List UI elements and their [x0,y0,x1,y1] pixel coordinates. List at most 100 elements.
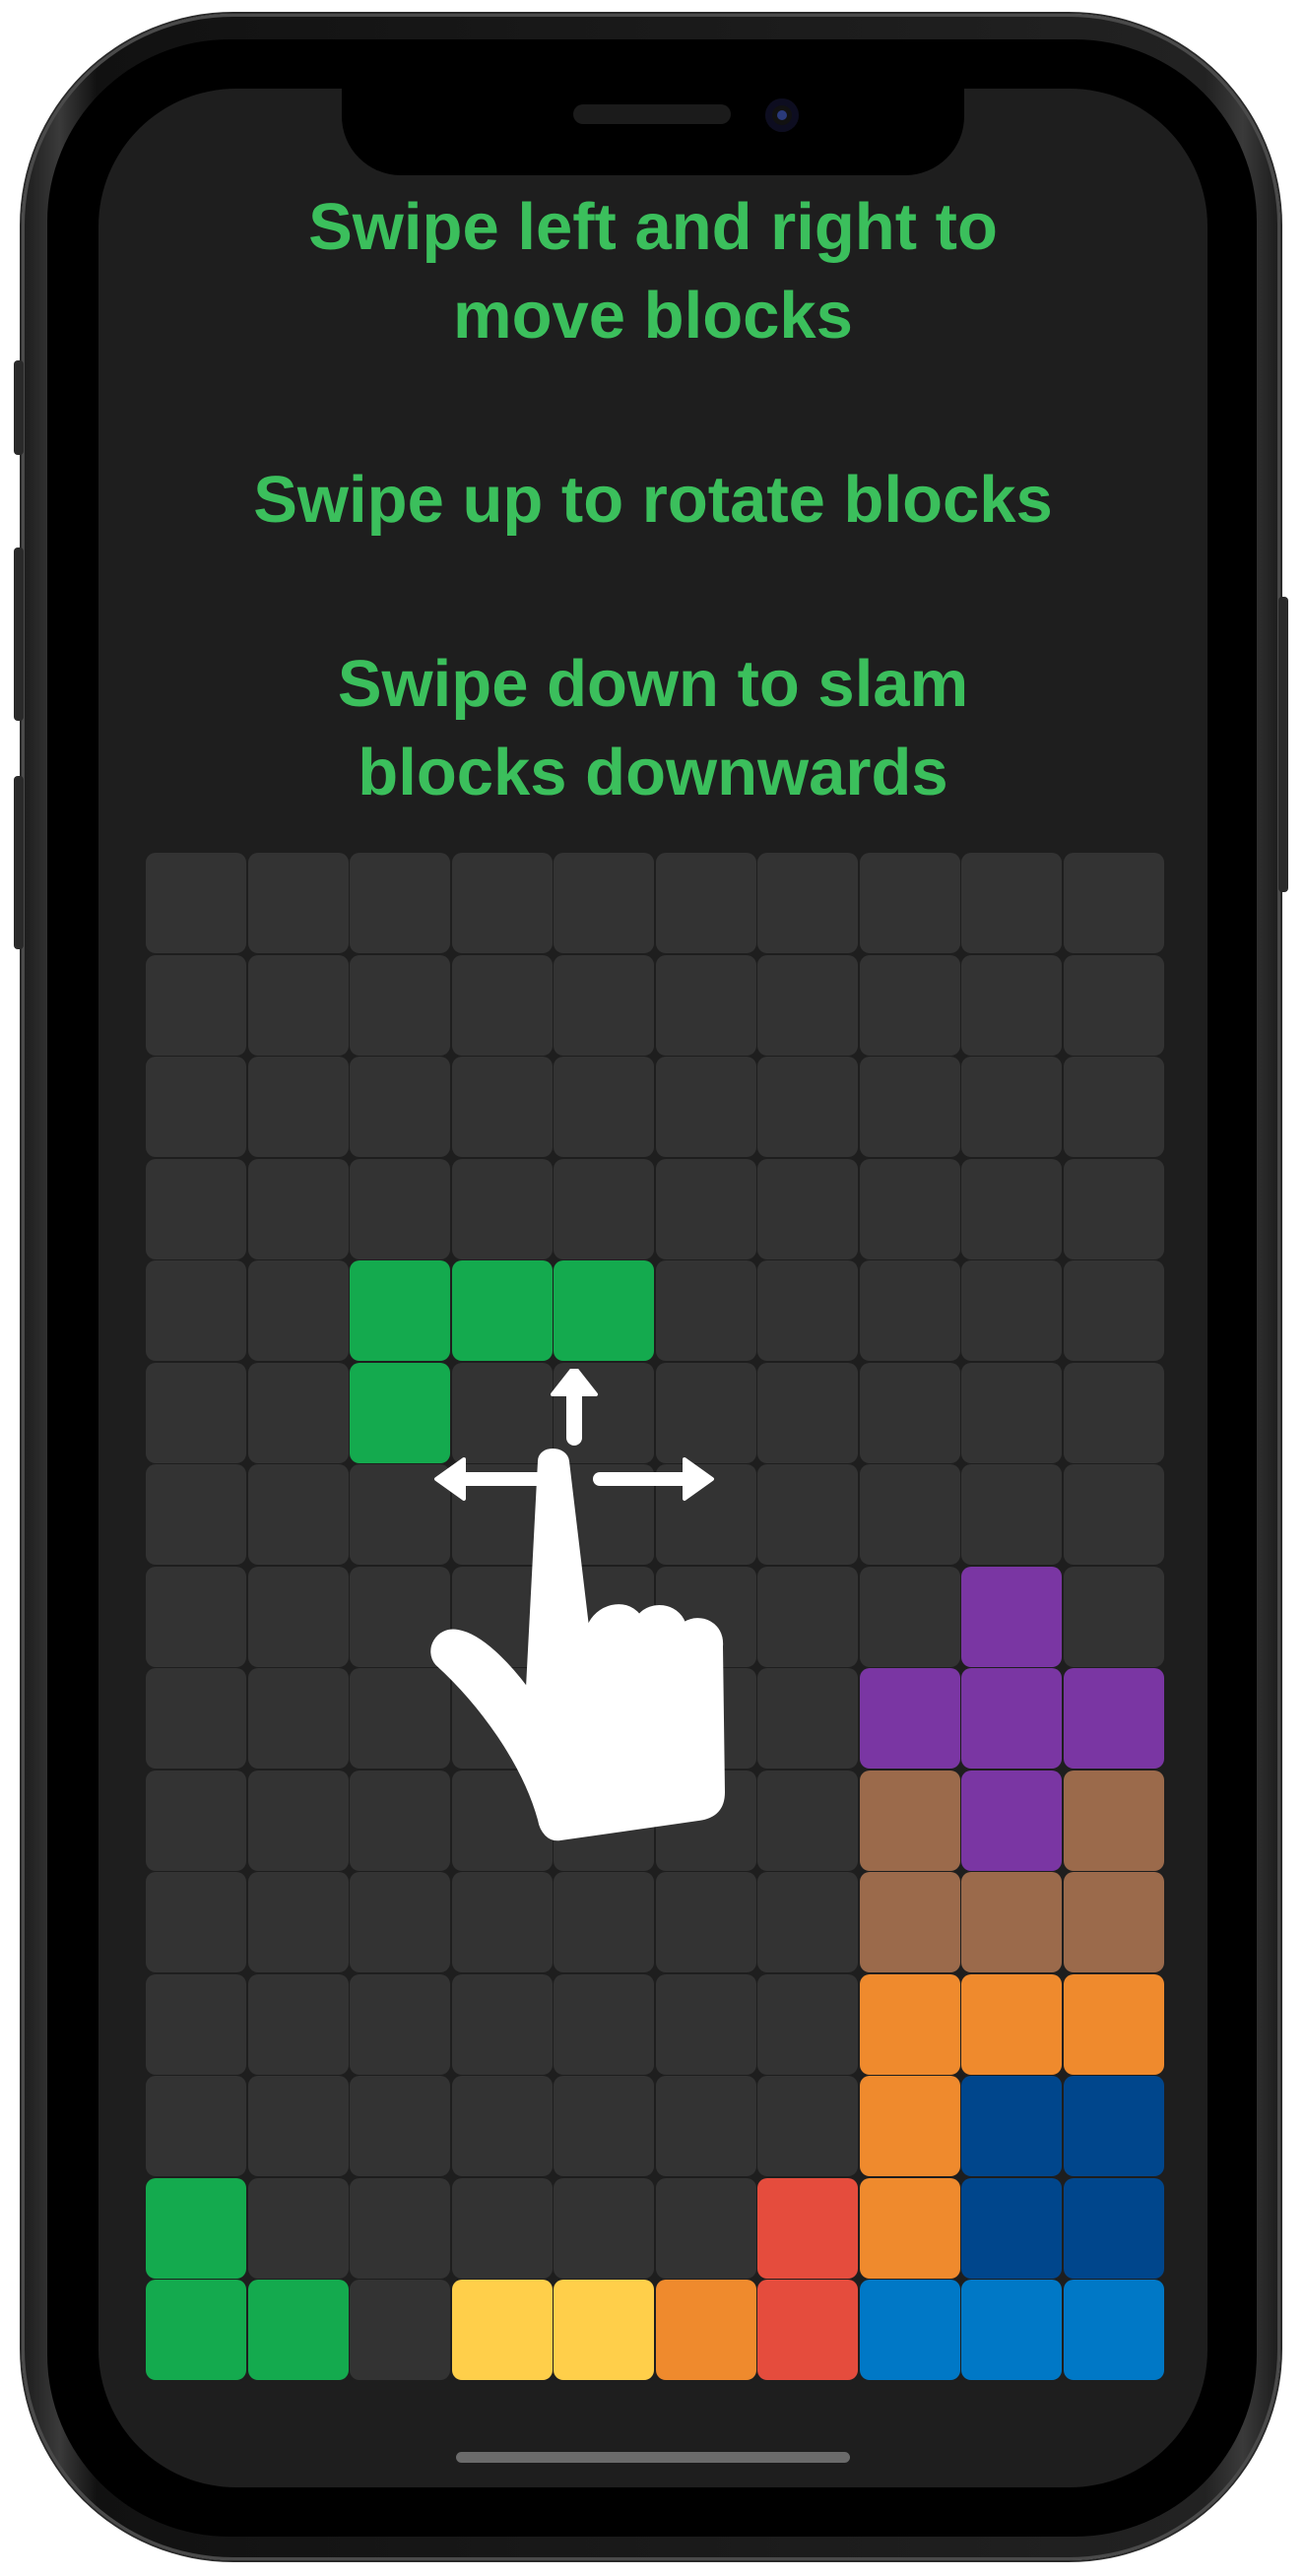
empty-cell [859,1362,960,1463]
empty-cell [350,853,450,953]
home-indicator[interactable] [456,2452,850,2463]
empty-cell [554,853,654,953]
empty-cell [1063,1158,1164,1259]
block-cell [757,2177,858,2279]
empty-cell [146,1566,246,1667]
empty-cell [961,1260,1062,1361]
instruction-move-line1: Swipe left and right to [308,190,998,264]
empty-cell [655,1057,756,1157]
empty-cell [655,1872,756,1972]
empty-cell [1063,1260,1164,1361]
empty-cell [247,1464,349,1565]
empty-cell [146,1668,246,1769]
empty-cell [961,853,1062,953]
empty-cell [1063,1566,1164,1667]
empty-cell [350,1158,450,1259]
empty-cell [451,2076,553,2176]
empty-cell [961,1464,1062,1565]
instruction-rotate: Swipe up to rotate blocks [253,463,1053,537]
empty-cell [1063,1464,1164,1565]
empty-cell [247,1566,349,1667]
empty-cell [859,853,960,953]
empty-cell [859,1566,960,1667]
empty-cell [655,1158,756,1259]
speaker-grille [573,104,731,124]
empty-cell [554,1057,654,1157]
empty-cell [961,1158,1062,1259]
empty-cell [247,1260,349,1361]
block-cell [554,2280,654,2380]
block-cell [859,2076,960,2176]
volume-up-button [14,547,24,721]
empty-cell [961,1362,1062,1463]
block-cell [1063,2280,1164,2380]
empty-cell [757,2076,858,2176]
empty-cell [451,1158,553,1259]
empty-cell [146,1770,246,1871]
empty-cell [757,853,858,953]
empty-cell [859,1260,960,1361]
empty-cell [247,1158,349,1259]
empty-cell [146,954,246,1056]
empty-cell [554,1973,654,2075]
empty-cell [146,1973,246,2075]
empty-cell [247,853,349,953]
block-cell [350,1260,450,1361]
empty-cell [146,853,246,953]
empty-cell [146,1872,246,1972]
empty-cell [247,1668,349,1769]
instruction-move-line2: move blocks [453,279,853,353]
empty-cell [554,2076,654,2176]
block-cell [859,1973,960,2075]
empty-cell [859,1057,960,1157]
empty-cell [247,2076,349,2176]
empty-cell [859,954,960,1056]
block-cell [655,2280,756,2380]
empty-cell [757,1973,858,2075]
empty-cell [247,1770,349,1871]
empty-cell [146,2076,246,2176]
silent-switch [14,360,24,455]
empty-cell [350,1872,450,1972]
block-cell [1063,1770,1164,1871]
empty-cell [350,2280,450,2380]
block-cell [961,1872,1062,1972]
block-cell [859,1770,960,1871]
front-camera-icon [765,98,799,132]
empty-cell [961,954,1062,1056]
block-cell [961,2177,1062,2279]
empty-cell [350,1973,450,2075]
empty-cell [146,1464,246,1565]
empty-cell [757,1872,858,1972]
empty-cell [655,954,756,1056]
block-cell [1063,1973,1164,2075]
empty-cell [451,1057,553,1157]
block-cell [1063,2177,1164,2279]
empty-cell [554,2177,654,2279]
empty-cell [1063,853,1164,953]
instruction-slam-line2: blocks downwards [358,736,948,809]
notch [342,89,964,175]
empty-cell [757,1057,858,1157]
game-screen[interactable]: Swipe left and right to move blocks Swip… [98,89,1207,2487]
empty-cell [350,2076,450,2176]
empty-cell [655,2076,756,2176]
empty-cell [859,1464,960,1565]
empty-cell [247,2177,349,2279]
empty-cell [247,954,349,1056]
empty-cell [350,954,450,1056]
block-cell [1063,2076,1164,2176]
block-cell [961,2280,1062,2380]
block-cell [451,2280,553,2380]
block-cell [247,2280,349,2380]
block-cell [859,1668,960,1769]
empty-cell [961,1057,1062,1157]
block-cell [859,2280,960,2380]
empty-cell [554,1872,654,1972]
empty-cell [859,1158,960,1259]
empty-cell [247,1362,349,1463]
empty-cell [757,1260,858,1361]
block-cell [961,2076,1062,2176]
volume-down-button [14,776,24,949]
empty-cell [757,954,858,1056]
